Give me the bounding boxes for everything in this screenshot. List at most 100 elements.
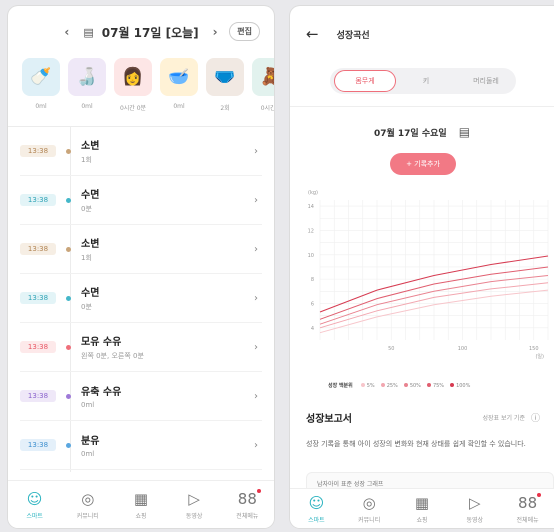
- record-title: 유축 수유: [81, 387, 122, 398]
- tab-height[interactable]: 키: [396, 76, 456, 86]
- header: ← 성장곡선: [290, 6, 554, 62]
- timeline-dot: [66, 393, 71, 399]
- y-tick-label: 4: [311, 326, 314, 332]
- category-shortcut[interactable]: 🍼 0ml: [22, 58, 60, 120]
- date-label[interactable]: 07월 17일 [오늘]: [102, 24, 199, 41]
- tab-icon: ▦: [133, 489, 149, 508]
- timeline-dot: [66, 197, 71, 203]
- tab-item[interactable]: 88 전체메뉴: [506, 492, 550, 524]
- date-row: 07월 17일 수요일 ▤: [290, 125, 554, 139]
- tab-item[interactable]: ▷ 동영상: [453, 494, 497, 524]
- timeline-dot: [66, 246, 71, 252]
- tab-label: 커뮤니티: [358, 516, 381, 524]
- legend-item: 100%: [450, 383, 470, 389]
- chevron-right-icon: ›: [254, 439, 258, 451]
- tab-item[interactable]: 88 전체메뉴: [225, 488, 269, 520]
- y-tick-label: 10: [308, 253, 314, 259]
- tab-item[interactable]: ▷ 동영상: [172, 490, 216, 520]
- record-detail: 1회: [81, 156, 92, 164]
- edit-button[interactable]: 편집: [229, 22, 260, 41]
- category-icon: 🩲: [206, 58, 244, 96]
- report-criteria-link[interactable]: 성장표 보기 기준: [483, 413, 525, 422]
- x-tick-label: 100: [458, 346, 468, 352]
- tab-label: 쇼핑: [135, 512, 147, 520]
- tab-weight[interactable]: 몸무게: [334, 70, 396, 92]
- timeline-dot: [66, 295, 71, 301]
- calendar-icon[interactable]: ▤: [83, 26, 93, 39]
- tab-item[interactable]: ▦ 쇼핑: [119, 490, 163, 520]
- prev-day-button[interactable]: ‹: [58, 25, 75, 39]
- tab-icon: ▦: [414, 493, 430, 512]
- category-icon: 🥣: [160, 58, 198, 96]
- record-item[interactable]: 13:38 소변 1회 ›: [20, 127, 262, 176]
- next-day-button[interactable]: ›: [207, 25, 224, 39]
- record-detail: 0분: [81, 303, 92, 311]
- record-time: 13:38: [20, 145, 56, 157]
- calendar-icon[interactable]: ▤: [459, 125, 470, 139]
- tab-head-circumference[interactable]: 머리둘레: [456, 76, 516, 86]
- record-time: 13:38: [20, 439, 56, 451]
- category-shortcut[interactable]: 🍶 0ml: [68, 58, 106, 120]
- category-shortcut[interactable]: 🥣 0ml: [160, 58, 198, 120]
- category-shortcuts: 🍼 0ml🍶 0ml👩 0시간 0분🥣 0ml🩲 2회🧸 0시간 0: [8, 58, 274, 120]
- category-value: 0ml: [35, 103, 47, 110]
- record-list: 13:38 소변 1회 › 13:38 수면 0분 › 13:38 소변 1회 › 1…: [8, 127, 274, 470]
- category-value: 2회: [220, 105, 230, 112]
- timeline-dot: [66, 442, 71, 448]
- record-detail: 1회: [81, 254, 92, 262]
- y-tick-label: 8: [311, 277, 314, 283]
- bottom-tab-bar: ☺ 스마트 ◎ 커뮤니티 ▦ 쇼핑 ▷ 동영상 88 전체메뉴: [290, 488, 554, 528]
- category-shortcut[interactable]: 🩲 2회: [206, 58, 244, 120]
- info-icon[interactable]: ⓘ: [531, 411, 540, 424]
- record-item[interactable]: 13:38 모유 수유 왼쪽 0분, 오른쪽 0분 ›: [20, 323, 262, 372]
- tab-item[interactable]: ☺ 스마트: [294, 494, 338, 524]
- notification-dot: [256, 488, 261, 493]
- record-item[interactable]: 13:38 분유 0ml ›: [20, 421, 262, 470]
- tab-icon: 88: [518, 492, 542, 512]
- category-shortcut[interactable]: 🧸 0시간 0: [252, 58, 274, 120]
- tab-icon: ▷: [469, 493, 481, 512]
- record-item[interactable]: 13:38 소변 1회 ›: [20, 225, 262, 274]
- tab-item[interactable]: ◎ 커뮤니티: [66, 490, 110, 520]
- tab-item[interactable]: ▦ 쇼핑: [400, 494, 444, 524]
- category-shortcut[interactable]: 👩 0시간 0분: [114, 58, 152, 120]
- report-header: 성장보고서 성장표 보기 기준 ⓘ: [306, 410, 554, 425]
- chevron-right-icon: ›: [254, 243, 258, 255]
- chevron-right-icon: ›: [254, 390, 258, 402]
- report-description: 성장 기록을 통해 아이 성장의 변화와 현재 상태를 쉽게 확인할 수 있습니…: [306, 440, 526, 448]
- add-record-button[interactable]: + 기록추가: [390, 153, 456, 175]
- chevron-right-icon: ›: [254, 145, 258, 157]
- page-title: 성장곡선: [336, 30, 370, 41]
- legend-item: 5%: [360, 383, 375, 389]
- category-icon: 👩: [114, 58, 152, 96]
- record-title: 모유 수유: [81, 337, 122, 348]
- tab-item[interactable]: ◎ 커뮤니티: [347, 494, 391, 524]
- tab-label: 스마트: [308, 516, 325, 524]
- tab-label: 동영상: [466, 516, 484, 524]
- y-tick-label: 14: [308, 204, 314, 210]
- legend-item: 75%: [426, 383, 444, 389]
- record-time: 13:38: [20, 390, 56, 402]
- y-tick-label: 6: [311, 301, 314, 307]
- record-item[interactable]: 13:38 유축 수유 0ml ›: [20, 372, 262, 421]
- tab-icon: ◎: [81, 489, 95, 508]
- notification-dot: [537, 492, 542, 497]
- record-time: 13:38: [20, 194, 56, 206]
- tab-label: 쇼핑: [416, 516, 428, 524]
- tab-icon: ☺: [308, 493, 325, 512]
- record-title: 수면: [81, 288, 100, 299]
- back-arrow-icon[interactable]: ←: [306, 25, 319, 43]
- date-navigator: ‹ ▤ 07월 17일 [오늘] › 편집: [8, 6, 274, 58]
- category-value: 0ml: [173, 103, 185, 110]
- x-tick-label: 150: [529, 346, 539, 352]
- record-item[interactable]: 13:38 수면 0분 ›: [20, 274, 262, 323]
- tab-icon: 88: [238, 488, 261, 508]
- record-item[interactable]: 13:38 수면 0분 ›: [20, 176, 262, 225]
- growth-curve-screen: ← 성장곡선 몸무게 키 머리둘레 07월 17일 수요일 ▤ + 기록추가 4…: [290, 6, 554, 528]
- record-title: 소변: [81, 141, 100, 152]
- tab-item[interactable]: ☺ 스마트: [13, 490, 57, 520]
- y-tick-label: 12: [308, 228, 314, 234]
- chevron-right-icon: ›: [254, 194, 258, 206]
- chevron-right-icon: ›: [254, 341, 258, 353]
- record-time: 13:38: [20, 243, 56, 255]
